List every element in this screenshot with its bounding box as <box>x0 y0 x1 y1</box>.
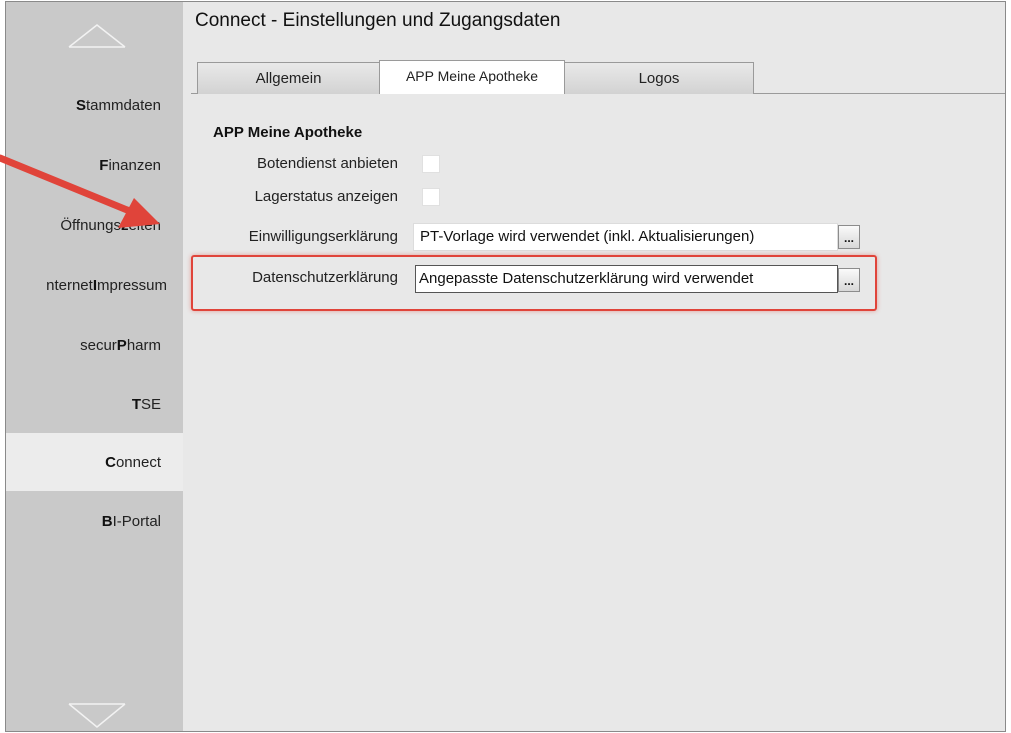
page-title: Connect - Einstellungen und Zugangsdaten <box>195 10 561 31</box>
tab-logos[interactable]: Logos <box>564 62 754 94</box>
sidebar: Stammdaten Finanzen Öffnungs z eiten ntern… <box>6 2 183 731</box>
einwilligung-browse-button[interactable]: ... <box>838 225 860 249</box>
sidebar-item-label: SE <box>140 395 161 413</box>
tab-label: Allgemein <box>255 70 322 87</box>
content-area: Connect - Einstellungen und Zugangsdaten… <box>183 2 1005 731</box>
tab-label: APP Meine Apotheke <box>405 68 539 84</box>
nav-hotkey-letter: z <box>120 216 129 234</box>
sidebar-item-tse[interactable]: T SE <box>6 375 183 433</box>
einwilligung-label: Einwilligungserklärung <box>248 228 398 245</box>
nav-hotkey-letter: F <box>99 156 109 174</box>
datenschutz-field[interactable]: Angepasste Datenschutzerklärung wird ver… <box>415 265 838 293</box>
nav-hotkey-letter: C <box>105 453 116 471</box>
sidebar-item-label: onnect <box>115 453 161 471</box>
sidebar-item-connect[interactable]: Connect <box>6 433 183 491</box>
sidebar-item-label: I-Portal <box>112 512 161 530</box>
sidebar-item-label: inanzen <box>108 156 161 174</box>
tab-allgemein[interactable]: Allgemein <box>197 62 380 94</box>
sidebar-item-label: tammdaten <box>85 96 161 114</box>
tab-label: Logos <box>638 70 680 87</box>
nav-hotkey-letter: P <box>116 336 127 354</box>
sidebar-item-label: mpressum <box>96 276 167 294</box>
sidebar-item-label-prefix: secur <box>80 336 117 354</box>
sidebar-item-bi-portal[interactable]: B I-Portal <box>6 492 183 550</box>
sidebar-item-label: eiten <box>128 216 161 234</box>
nav-hotkey-letter: S <box>75 96 86 114</box>
scroll-up-icon[interactable] <box>68 24 126 48</box>
einwilligung-field[interactable]: PT-Vorlage wird verwendet (inkl. Aktuali… <box>413 223 838 251</box>
sidebar-item-finanzen[interactable]: Finanzen <box>6 136 183 194</box>
botendienst-label: Botendienst anbieten <box>257 155 398 172</box>
section-title: APP Meine Apotheke <box>213 124 363 141</box>
sidebar-item-securpharm[interactable]: secur Pharm <box>6 316 183 374</box>
datenschutz-browse-button[interactable]: ... <box>838 268 860 292</box>
settings-window: Stammdaten Finanzen Öffnungs z eiten ntern… <box>5 1 1006 732</box>
datenschutz-label: Datenschutzerklärung <box>252 269 398 286</box>
tab-bar: Allgemein APP Meine Apotheke Logos <box>191 60 1005 94</box>
lagerstatus-label: Lagerstatus anzeigen <box>254 188 398 205</box>
sidebar-item-label-prefix: nternet <box>46 276 93 294</box>
sidebar-item-label-prefix: Öffnungs <box>60 216 121 234</box>
nav-hotkey-letter: T <box>131 395 141 413</box>
botendienst-checkbox[interactable] <box>422 155 440 173</box>
sidebar-item-stammdaten[interactable]: Stammdaten <box>6 76 183 134</box>
tab-app-meine-apotheke[interactable]: APP Meine Apotheke <box>379 60 565 94</box>
scroll-down-icon[interactable] <box>68 702 126 728</box>
sidebar-item-internet-impressum[interactable]: nternet Impressum <box>6 256 183 314</box>
nav-hotkey-letter: B <box>101 512 113 530</box>
lagerstatus-checkbox[interactable] <box>422 188 440 206</box>
sidebar-item-label: harm <box>126 336 161 354</box>
sidebar-item-oeffnungszeiten[interactable]: Öffnungs z eiten <box>6 196 183 254</box>
